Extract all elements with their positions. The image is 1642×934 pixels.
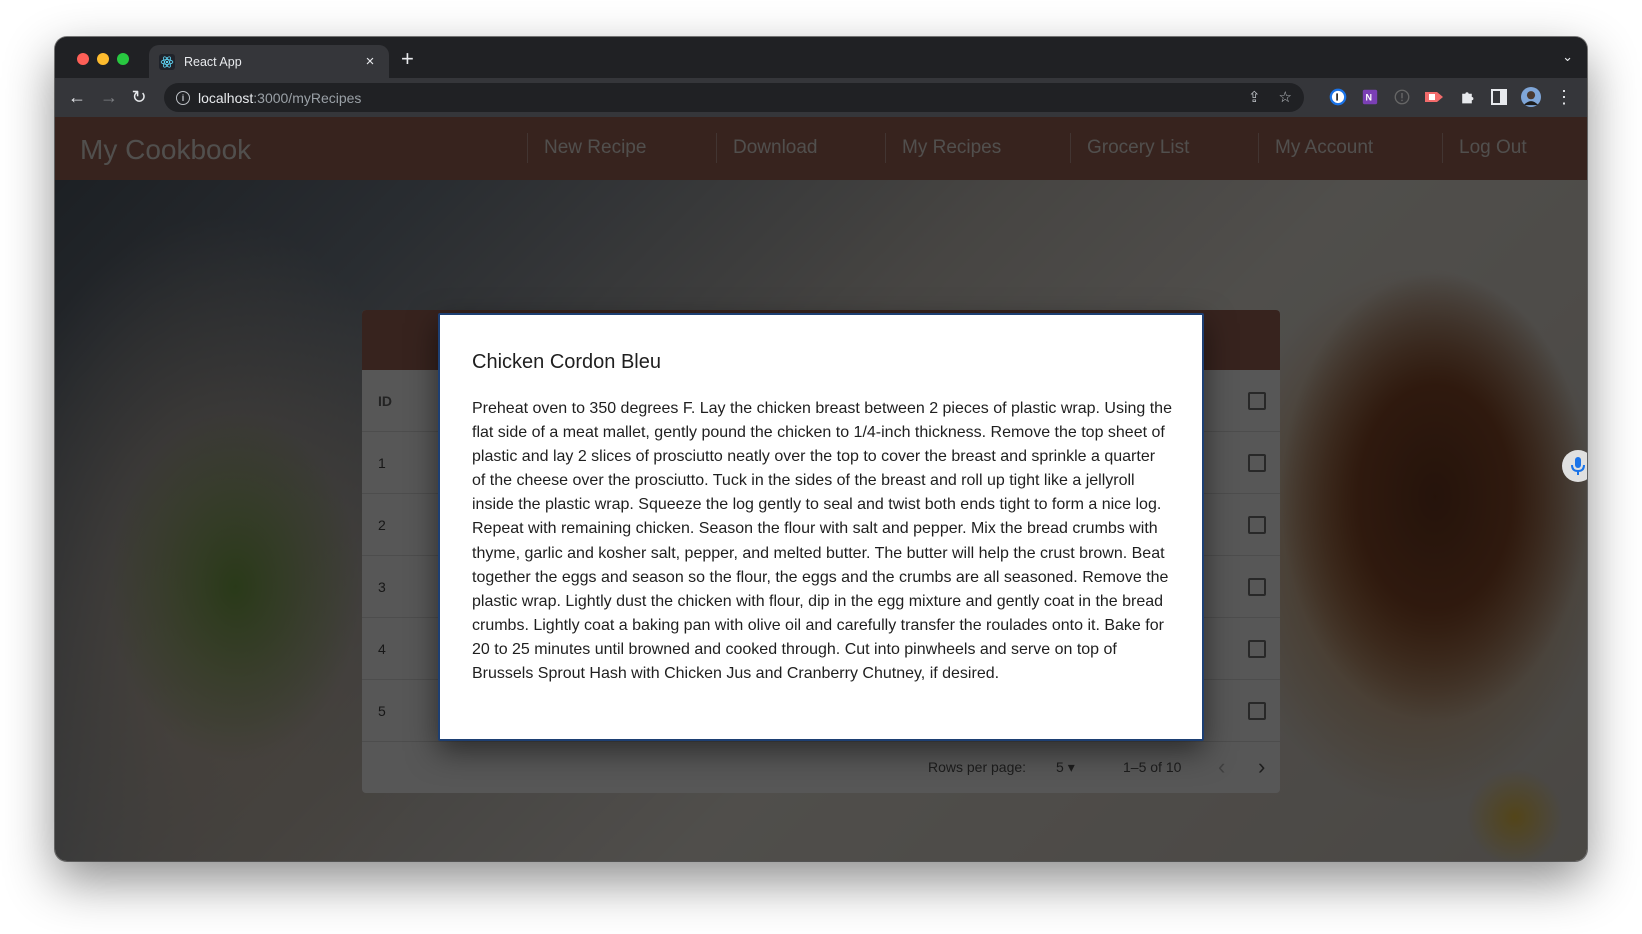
- profile-avatar[interactable]: [1521, 87, 1541, 107]
- new-tab-button[interactable]: +: [401, 46, 414, 72]
- close-window-button[interactable]: [77, 53, 89, 65]
- video-extension-icon[interactable]: [1424, 87, 1444, 107]
- dialog-instructions: Preheat oven to 350 degrees F. Lay the c…: [472, 400, 1172, 683]
- reload-button[interactable]: ↻: [127, 85, 151, 109]
- alert-extension-icon[interactable]: [1392, 87, 1412, 107]
- browser-menu-icon[interactable]: ⋮: [1552, 85, 1576, 109]
- share-icon[interactable]: ⇪: [1248, 88, 1261, 106]
- minimize-window-button[interactable]: [97, 53, 109, 65]
- url-host: localhost: [198, 89, 254, 106]
- onenote-extension-icon[interactable]: N: [1360, 87, 1380, 107]
- bookmark-star-icon[interactable]: ☆: [1279, 88, 1292, 106]
- browser-toolbar: ← → ↻ i localhost :3000/myRecipes ⇪ ☆ N: [55, 78, 1587, 117]
- side-panel-icon[interactable]: [1489, 87, 1509, 107]
- tab-search-icon[interactable]: ⌄: [1562, 49, 1573, 65]
- browser-tab[interactable]: React App ×: [149, 45, 389, 78]
- maximize-window-button[interactable]: [117, 53, 129, 65]
- password-extension-icon[interactable]: [1328, 87, 1348, 107]
- recipe-instructions-dialog: Chicken Cordon Bleu Preheat oven to 350 …: [438, 313, 1204, 741]
- react-logo-icon: [159, 53, 175, 70]
- tab-strip: React App × + ⌄: [55, 37, 1587, 78]
- back-button[interactable]: ←: [65, 85, 89, 109]
- svg-text:N: N: [1366, 93, 1373, 103]
- site-info-icon[interactable]: i: [176, 90, 190, 105]
- address-bar[interactable]: i localhost :3000/myRecipes ⇪ ☆: [164, 83, 1304, 112]
- page-content: My Cookbook New Recipe Download My Recip…: [55, 117, 1587, 861]
- extensions-puzzle-icon[interactable]: [1457, 87, 1477, 107]
- browser-window: React App × + ⌄ ← → ↻ i localhost :3000/…: [55, 37, 1587, 861]
- tab-title: React App: [184, 54, 242, 69]
- voice-input-microphone-icon[interactable]: [1562, 450, 1587, 482]
- tab-close-icon[interactable]: ×: [361, 53, 379, 70]
- url-path: :3000/myRecipes: [253, 89, 362, 106]
- dialog-title: Chicken Cordon Bleu: [472, 351, 661, 373]
- forward-button[interactable]: →: [97, 85, 121, 109]
